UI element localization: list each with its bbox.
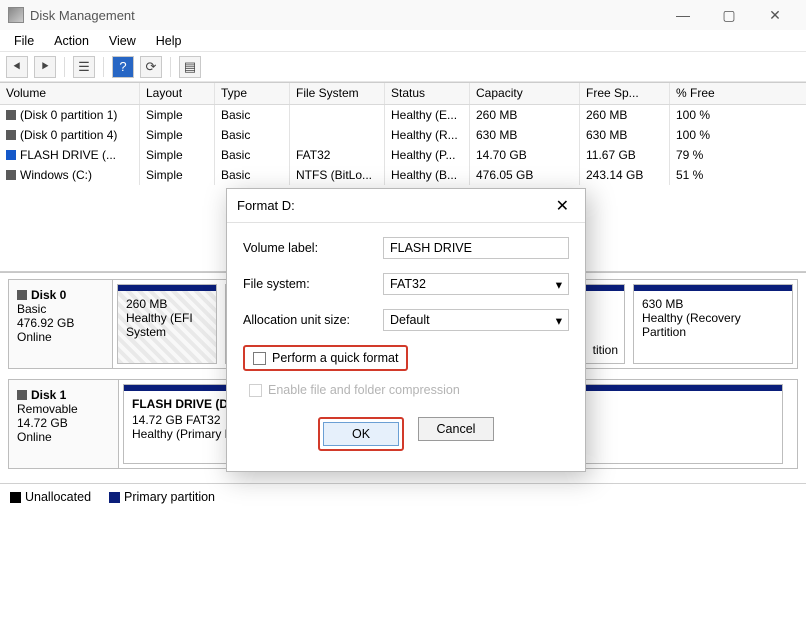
menubar: File Action View Help — [0, 30, 806, 52]
table-row[interactable]: FLASH DRIVE (...SimpleBasicFAT32Healthy … — [0, 145, 806, 165]
col-volume[interactable]: Volume — [0, 83, 140, 104]
volume-icon — [6, 170, 16, 180]
chevron-down-icon: ▾ — [556, 277, 562, 292]
maximize-button[interactable]: ▢ — [706, 0, 752, 30]
compression-label: Enable file and folder compression — [268, 383, 460, 397]
close-button[interactable]: ✕ — [752, 0, 798, 30]
compression-row: Enable file and folder compression — [249, 383, 569, 397]
volume-header: Volume Layout Type File System Status Ca… — [0, 83, 806, 105]
table-row[interactable]: (Disk 0 partition 4)SimpleBasicHealthy (… — [0, 125, 806, 145]
menu-file[interactable]: File — [4, 32, 44, 50]
menu-view[interactable]: View — [99, 32, 146, 50]
help-icon[interactable]: ? — [112, 56, 134, 78]
titlebar: Disk Management — ▢ ✕ — [0, 0, 806, 30]
legend: Unallocated Primary partition — [0, 483, 806, 510]
col-filesystem[interactable]: File System — [290, 83, 385, 104]
list-icon[interactable]: ▤ — [179, 56, 201, 78]
menu-help[interactable]: Help — [146, 32, 192, 50]
compression-checkbox — [249, 384, 262, 397]
toolbar: ⯇ ⯈ ☰ ? ⟳ ▤ — [0, 52, 806, 82]
legend-unallocated: Unallocated — [10, 490, 91, 504]
partition[interactable]: 260 MBHealthy (EFI System — [117, 284, 217, 364]
minimize-button[interactable]: — — [660, 0, 706, 30]
col-status[interactable]: Status — [385, 83, 470, 104]
window-title: Disk Management — [30, 8, 135, 23]
volume-icon — [6, 110, 16, 120]
volume-label-input[interactable] — [383, 237, 569, 259]
file-system-label: File system: — [243, 277, 383, 291]
allocation-unit-label: Allocation unit size: — [243, 313, 383, 327]
col-capacity[interactable]: Capacity — [470, 83, 580, 104]
table-row[interactable]: (Disk 0 partition 1)SimpleBasicHealthy (… — [0, 105, 806, 125]
chevron-down-icon: ▾ — [556, 313, 562, 328]
cancel-button[interactable]: Cancel — [418, 417, 494, 441]
nav-back-icon[interactable]: ⯇ — [6, 56, 28, 78]
quick-format-label: Perform a quick format — [272, 351, 398, 365]
table-row[interactable]: Windows (C:)SimpleBasicNTFS (BitLo...Hea… — [0, 165, 806, 185]
show-hide-icon[interactable]: ☰ — [73, 56, 95, 78]
quick-format-checkbox[interactable] — [253, 352, 266, 365]
file-system-select[interactable]: FAT32▾ — [383, 273, 569, 295]
app-icon — [8, 7, 24, 23]
col-layout[interactable]: Layout — [140, 83, 215, 104]
volume-icon — [6, 130, 16, 140]
dialog-title: Format D: — [237, 198, 295, 213]
ok-button[interactable]: OK — [323, 422, 399, 446]
refresh-icon[interactable]: ⟳ — [140, 56, 162, 78]
col-free[interactable]: Free Sp... — [580, 83, 670, 104]
partition[interactable]: 630 MBHealthy (Recovery Partition — [633, 284, 793, 364]
nav-forward-icon[interactable]: ⯈ — [34, 56, 56, 78]
col-pctfree[interactable]: % Free — [670, 83, 750, 104]
format-dialog: Format D: ✕ Volume label: File system: F… — [226, 188, 586, 472]
menu-action[interactable]: Action — [44, 32, 99, 50]
allocation-unit-select[interactable]: Default▾ — [383, 309, 569, 331]
legend-primary: Primary partition — [109, 490, 215, 504]
volume-label-label: Volume label: — [243, 241, 383, 255]
col-type[interactable]: Type — [215, 83, 290, 104]
dialog-close-icon[interactable]: ✕ — [550, 196, 575, 216]
quick-format-row[interactable]: Perform a quick format — [243, 345, 408, 371]
volume-icon — [6, 150, 16, 160]
